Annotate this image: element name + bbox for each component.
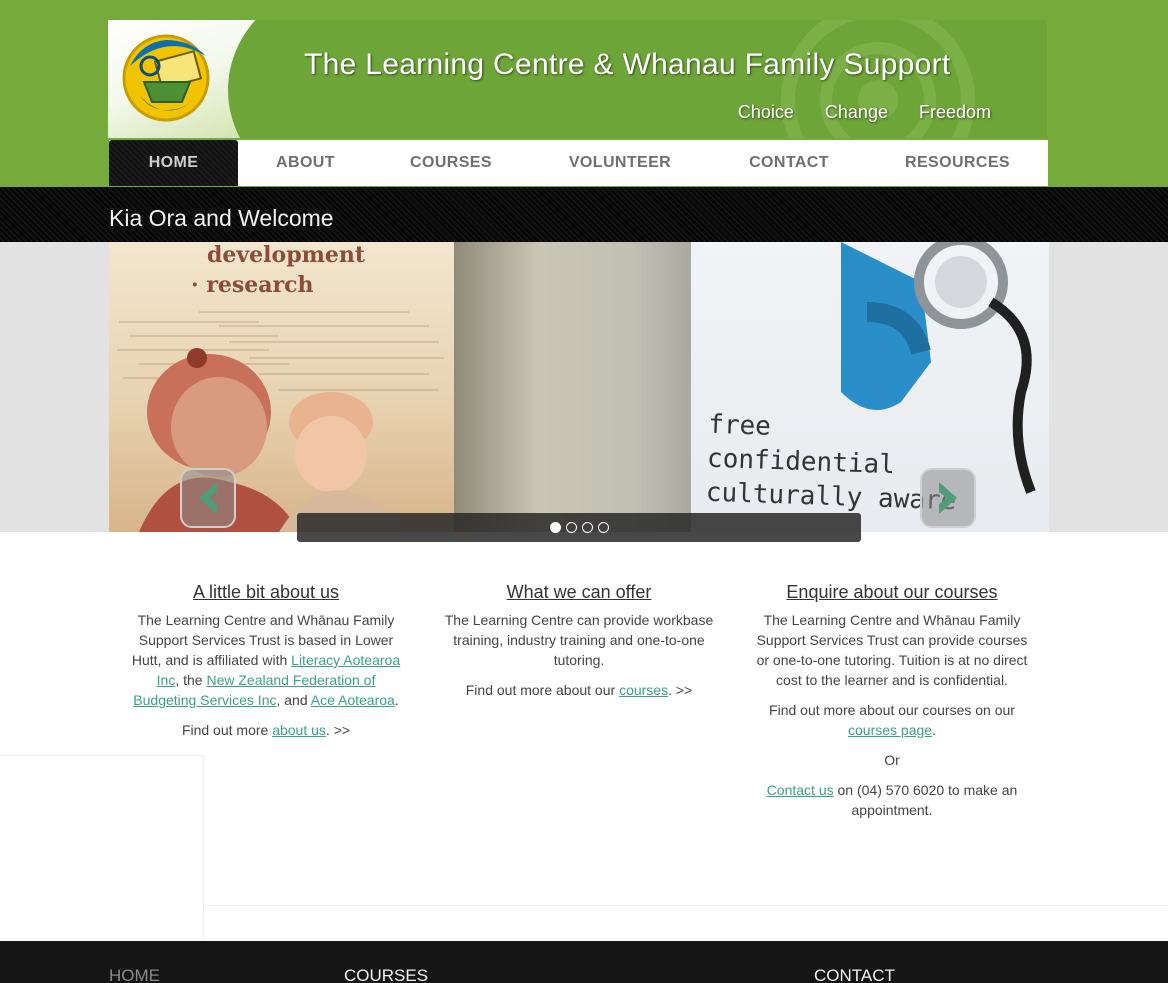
- tagline-freedom: Freedom: [918, 102, 991, 122]
- slider-pagination: [297, 513, 861, 542]
- welcome-bar: Kia Ora and Welcome: [0, 187, 1168, 242]
- offer-text: The Learning Centre can provide workbase…: [444, 612, 714, 668]
- nav-courses[interactable]: COURSES: [373, 140, 529, 186]
- enquire-text: The Learning Centre and Whānau Family Su…: [756, 612, 1028, 688]
- nav-contact[interactable]: CONTACT: [711, 140, 867, 186]
- tagline-change: Change: [824, 102, 888, 122]
- about-more-text: Find out more: [181, 722, 273, 738]
- divider: [203, 755, 204, 941]
- enquire-column: Enquire about our courses The Learning C…: [750, 582, 1034, 830]
- poster-text-research: · research: [191, 272, 314, 298]
- enquire-contact-text: on (04) 570 6020 to make an appointment.: [833, 782, 1018, 818]
- courses-link[interactable]: courses: [619, 682, 668, 698]
- slider-prev-button[interactable]: [180, 468, 236, 528]
- offer-more: Find out more about our courses. >>: [438, 680, 720, 700]
- tagline-choice: Choice: [737, 102, 794, 122]
- nav-home[interactable]: HOME: [109, 140, 238, 186]
- site-header: The Learning Centre & Whanau Family Supp…: [108, 20, 1047, 138]
- about-heading: A little bit about us: [192, 582, 340, 602]
- people-photo: [117, 311, 444, 532]
- ace-aotearoa-link[interactable]: Ace Aotearoa: [311, 692, 395, 708]
- poster-text-development: development: [207, 242, 366, 268]
- slide-wall: [454, 242, 694, 532]
- slider-dot-2[interactable]: [565, 522, 577, 533]
- chevron-left-icon: [199, 482, 217, 514]
- about-column: A little bit about us The Learning Centr…: [125, 582, 407, 750]
- enquire-more-text: Find out more about our courses on our: [769, 702, 1015, 718]
- offer-more-text: Find out more about our: [465, 682, 620, 698]
- slide-poster-left: development · research: [109, 242, 454, 532]
- about-text: The Learning Centre and Whānau Family Su…: [125, 610, 407, 710]
- divider: [204, 905, 1168, 906]
- footer-contact-link[interactable]: CONTACT: [814, 966, 895, 983]
- nav-volunteer[interactable]: VOLUNTEER: [529, 140, 711, 186]
- enquire-heading: Enquire about our courses: [786, 582, 998, 602]
- contact-us-link[interactable]: Contact us: [767, 782, 834, 798]
- enquire-or: Or: [884, 752, 900, 768]
- about-us-link[interactable]: about us: [272, 722, 326, 738]
- offer-column: What we can offer The Learning Centre ca…: [438, 582, 720, 710]
- footer: HOME COURSES CONTACT: [0, 941, 1168, 983]
- nav-about[interactable]: ABOUT: [238, 140, 373, 186]
- about-text-part: , and: [276, 692, 311, 708]
- courses-page-link[interactable]: courses page: [848, 722, 932, 738]
- nav-resources[interactable]: RESOURCES: [867, 140, 1048, 186]
- site-title: The Learning Centre & Whanau Family Supp…: [304, 48, 951, 81]
- slider-dot-1[interactable]: [549, 522, 561, 533]
- enquire-more-text: .: [932, 722, 936, 738]
- offer-more-text: . >>: [668, 682, 693, 698]
- about-text-part: .: [394, 692, 399, 708]
- logo-icon: [122, 34, 210, 122]
- slider-dot-3[interactable]: [581, 522, 593, 533]
- footer-home-link[interactable]: HOME: [109, 966, 160, 983]
- slider-dot-4[interactable]: [597, 522, 609, 533]
- tagline: Choice Change Freedom: [738, 102, 991, 123]
- enquire-more: Find out more about our courses on our c…: [750, 700, 1034, 740]
- offer-heading: What we can offer: [506, 582, 652, 602]
- enquire-contact: Contact us on (04) 570 6020 to make an a…: [750, 780, 1034, 820]
- header-band: The Learning Centre & Whanau Family Supp…: [0, 0, 1168, 187]
- main-nav: HOME ABOUT COURSES VOLUNTEER CONTACT RES…: [109, 140, 1048, 186]
- about-text-part: , the: [175, 672, 207, 688]
- about-more-text: . >>: [325, 722, 351, 738]
- divider: [0, 755, 204, 756]
- slider-next-button[interactable]: [920, 468, 976, 528]
- slide-image: development · research free confidential…: [109, 242, 1049, 532]
- page-title: Kia Ora and Welcome: [109, 205, 334, 231]
- about-more: Find out more about us. >>: [125, 720, 407, 740]
- slider-band: development · research free confidential…: [0, 242, 1168, 532]
- chevron-right-icon: [939, 482, 957, 514]
- footer-courses-link[interactable]: COURSES: [344, 966, 428, 983]
